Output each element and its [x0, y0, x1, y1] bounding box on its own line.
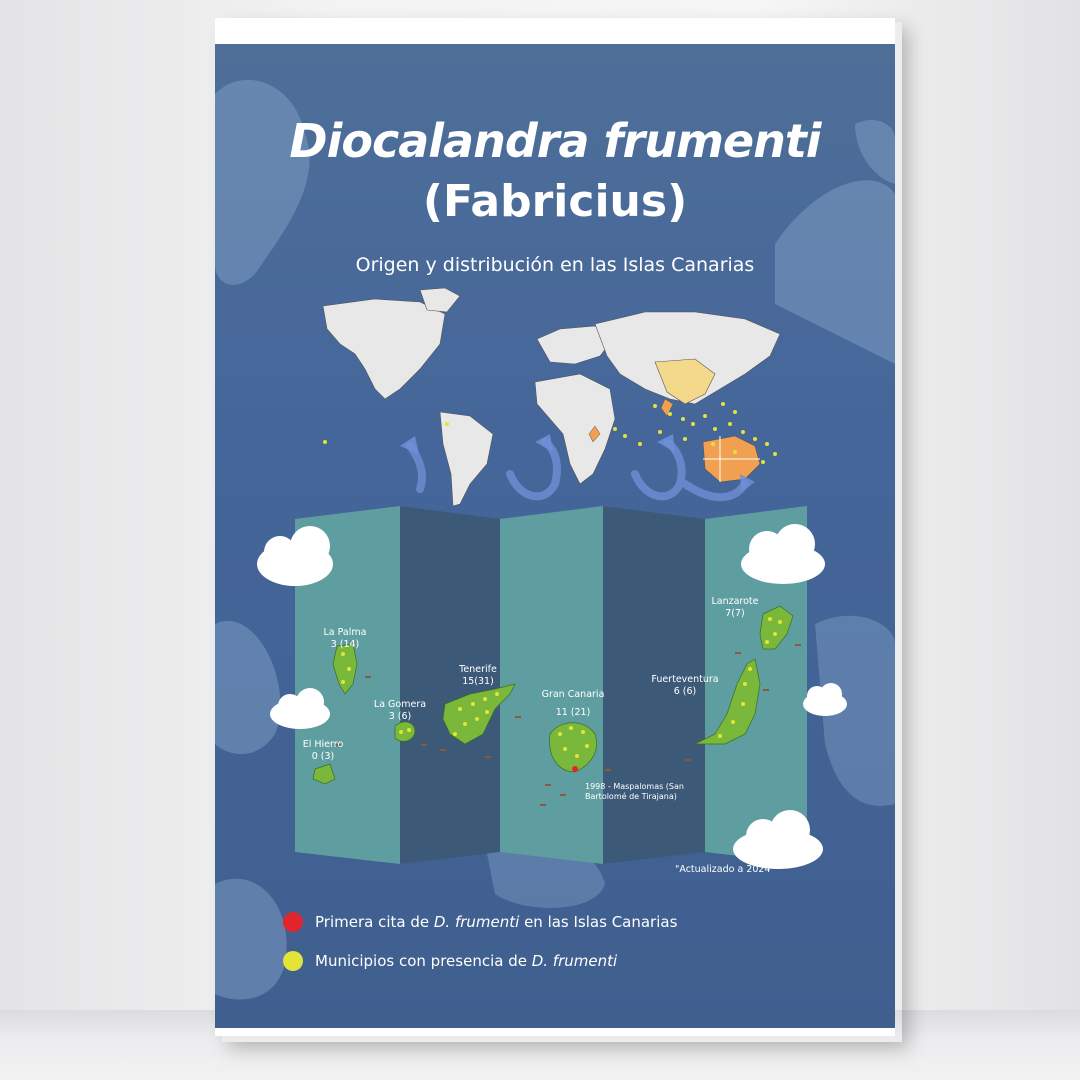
- island-la-gomera: [394, 721, 416, 742]
- canary-islands: [312, 605, 801, 806]
- poster: Diocalandra frumenti (Fabricius) Origen …: [215, 18, 895, 1036]
- island-label-gran-canaria: Gran Canaria 11 (21): [541, 689, 605, 718]
- island-gran-canaria: [549, 722, 597, 773]
- first-record-dot: [572, 766, 578, 772]
- island-fuerteventura: [694, 658, 761, 745]
- island-label-tenerife: Tenerife 15(31): [459, 664, 497, 687]
- island-label-lanzarote: Lanzarote 7(7): [711, 596, 759, 619]
- legend-item-first-record: Primera cita de D. frumenti en las Islas…: [283, 912, 677, 932]
- yellow-dot-icon: [283, 951, 303, 971]
- legend-item-municipalities: Municipios con presencia de D. frumenti: [283, 951, 617, 971]
- island-el-hierro: [312, 763, 336, 785]
- island-label-fuerteventura: Fuerteventura 6 (6): [651, 674, 719, 697]
- poster-background: Diocalandra frumenti (Fabricius) Origen …: [215, 44, 895, 1028]
- updated-note: "Actualizado a 2024": [675, 864, 775, 875]
- first-record-note: 1998 - Maspalomas (San Bartolomé de Tira…: [585, 782, 684, 801]
- island-la-palma: [332, 643, 358, 695]
- island-label-el-hierro: El Hierro 0 (3): [302, 739, 344, 762]
- red-dot-icon: [283, 912, 303, 932]
- island-label-la-gomera: La Gomera 3 (6): [373, 699, 427, 722]
- island-label-la-palma: La Palma 3 (14): [323, 627, 367, 650]
